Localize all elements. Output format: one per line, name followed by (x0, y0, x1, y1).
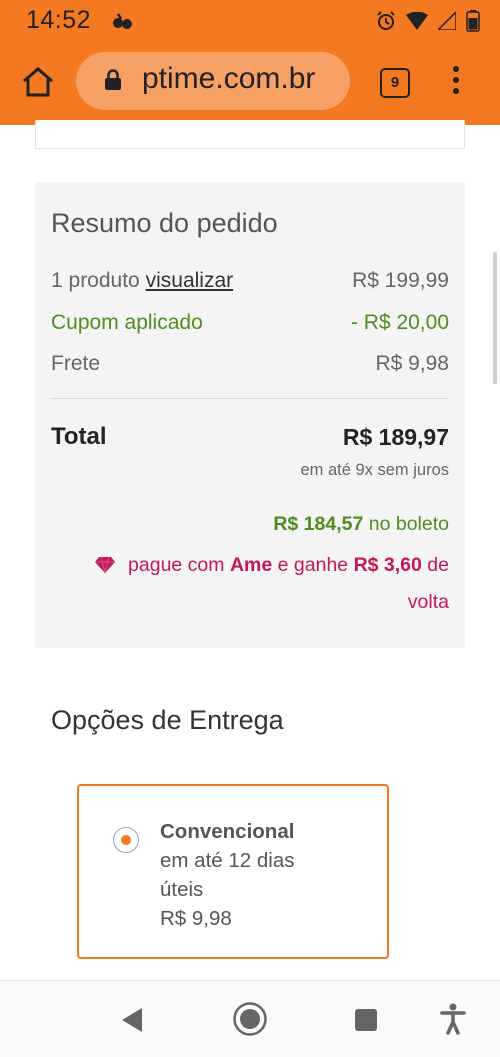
delivery-option-convencional[interactable]: Convencional em até 12 dias úteis R$ 9,9… (77, 784, 389, 959)
option-name: Convencional (160, 820, 295, 843)
boleto-price: R$ 184,57 no boleto (273, 513, 449, 536)
url-bar[interactable]: ptime.com.br (76, 52, 350, 110)
ame-cashback-line: pague com Ame e ganhe R$ 3,60 de (93, 554, 449, 580)
home-icon[interactable] (20, 64, 56, 100)
signal-icon (436, 10, 457, 35)
ame-text-2: e ganhe (277, 554, 349, 576)
coupon-label: Cupom aplicado (51, 311, 203, 334)
summary-divider (51, 398, 449, 399)
previous-section-box (35, 120, 465, 149)
shipping-value: R$ 9,98 (375, 352, 449, 375)
battery-icon (466, 10, 480, 37)
total-value: R$ 189,97 (342, 424, 449, 450)
boleto-suffix: no boleto (368, 513, 449, 535)
ame-diamond-icon (93, 556, 117, 580)
ame-brand: Ame (229, 554, 273, 576)
status-icons (376, 10, 480, 37)
status-time: 14:52 (26, 6, 92, 34)
system-navigation-bar (0, 980, 500, 1057)
notification-icon (112, 11, 134, 36)
option-deadline-line1: em até 12 dias (160, 849, 295, 872)
product-price: R$ 199,99 (352, 269, 449, 292)
alarm-icon (376, 11, 396, 36)
browser-menu-icon[interactable] (448, 64, 464, 100)
summary-title: Resumo do pedido (51, 208, 278, 238)
home-nav-icon[interactable] (232, 1001, 268, 1042)
address-bar-row: ptime.com.br 9 (0, 48, 500, 118)
ame-cashback-value: R$ 3,60 (353, 554, 422, 576)
option-deadline-line2: úteis (160, 878, 204, 901)
back-icon[interactable] (120, 1007, 144, 1038)
product-count: 1 produto (51, 269, 140, 292)
wifi-icon (406, 11, 428, 35)
boleto-value: R$ 184,57 (273, 513, 364, 535)
browser-chrome: 14:52 ptime.com.br 9 (0, 0, 500, 125)
ame-text-3: de (427, 554, 449, 576)
order-summary: Resumo do pedido 1 produto visualizar R$… (35, 182, 465, 648)
view-products-link[interactable]: visualizar (146, 269, 234, 292)
scrollbar[interactable] (493, 252, 497, 384)
ame-text-1: pague com (128, 554, 225, 576)
shipping-label: Frete (51, 352, 101, 375)
accessibility-icon[interactable] (440, 1003, 466, 1040)
coupon-value: - R$ 20,00 (350, 311, 449, 334)
ame-text-4: volta (407, 591, 449, 613)
total-label: Total (51, 423, 107, 450)
recent-apps-icon[interactable] (355, 1009, 377, 1031)
installments-text: em até 9x sem juros (300, 461, 449, 479)
delivery-options-title: Opções de Entrega (51, 705, 284, 735)
option-price: R$ 9,98 (160, 907, 232, 930)
lock-icon (104, 69, 122, 96)
url-text: ptime.com.br (142, 62, 316, 95)
product-label: 1 produto visualizar (51, 269, 233, 293)
tab-switcher-button[interactable]: 9 (380, 68, 410, 98)
status-bar: 14:52 (0, 0, 500, 44)
delivery-radio-selected[interactable] (113, 827, 139, 853)
